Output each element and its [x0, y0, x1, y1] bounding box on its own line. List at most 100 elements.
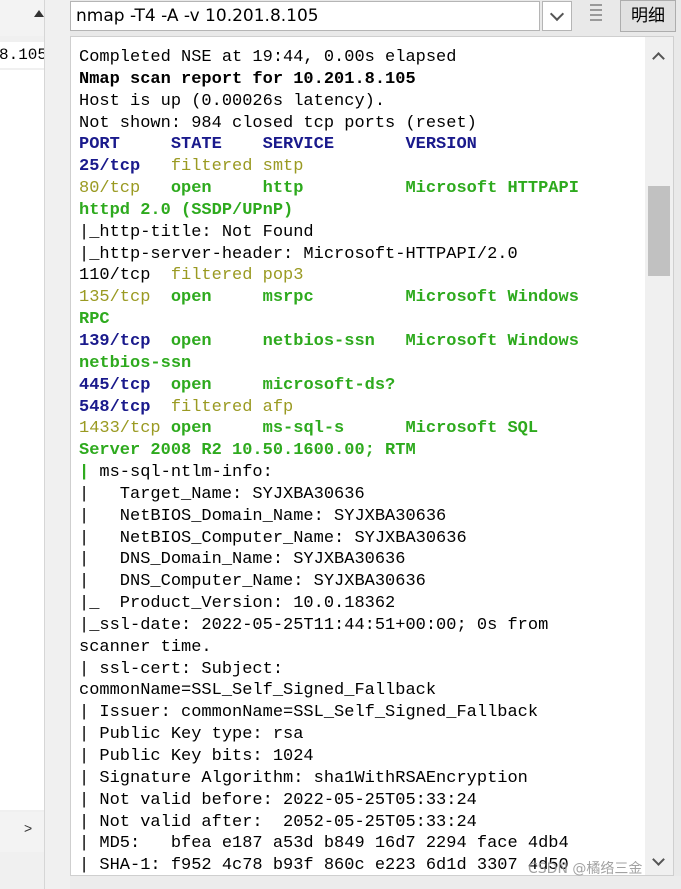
- output-segment: | Issuer: commonName=SSL_Self_Signed_Fal…: [79, 703, 539, 723]
- output-line: Nmap scan report for 10.201.8.105: [79, 69, 579, 91]
- output-segment: | Target_Name: SYJXBA30636: [79, 484, 365, 504]
- output-segment: | ssl-cert: Subject:: [79, 659, 284, 679]
- output-line: PORT STATE SERVICE VERSION: [79, 134, 579, 156]
- output-line: |_http-title: Not Found: [79, 222, 579, 244]
- output-line: |_http-server-header: Microsoft-HTTPAPI/…: [79, 244, 579, 266]
- output-segment: .105: [374, 69, 416, 89]
- output-segment: 139/tcp: [79, 331, 151, 351]
- output-line: 110/tcp filtered pop3: [79, 265, 579, 287]
- output-segment: filtered afp: [150, 397, 294, 417]
- output-segment: | Signature Algorithm: sha1WithRSAEncryp…: [79, 768, 528, 788]
- output-line: RPC: [79, 309, 579, 331]
- chevron-right-icon[interactable]: >: [24, 820, 32, 836]
- output-line: 25/tcp filtered smtp: [79, 156, 579, 178]
- output-segment: Completed NSE at 19:44, 0.00s elapsed: [79, 48, 457, 67]
- output-segment: 135/tcp: [79, 288, 151, 308]
- output-segment: 1433/tcp: [79, 419, 161, 439]
- scrollbar-thumb[interactable]: [648, 186, 670, 276]
- output-segment: open microsoft-ds?: [150, 375, 396, 395]
- output-line: |_ssl-date: 2022-05-25T11:44:51+00:00; 0…: [79, 615, 579, 637]
- left-pane: 8.105 >: [0, 0, 45, 889]
- nmap-output-panel[interactable]: Completed NSE at 19:44, 0.00s elapsed Nma…: [70, 36, 674, 876]
- target-list-item[interactable]: 8.105: [0, 42, 44, 68]
- output-line: | Public Key bits: 1024: [79, 746, 579, 768]
- output-line: | Issuer: commonName=SSL_Self_Signed_Fal…: [79, 702, 579, 724]
- output-line: | Not valid after: 2052-05-25T05:33:24: [79, 812, 579, 834]
- output-segment: filtered pop3: [150, 266, 304, 286]
- output-segment: | Public Key type: rsa: [79, 725, 304, 745]
- status-strip: [70, 876, 681, 889]
- output-line: | Signature Algorithm: sha1WithRSAEncryp…: [79, 768, 579, 790]
- command-dropdown-button[interactable]: [542, 1, 572, 31]
- output-segment: | NetBIOS_Domain_Name: SYJXBA30636: [79, 506, 447, 526]
- output-segment: PORT STATE SERVICE VERSION: [79, 135, 477, 155]
- output-line: 548/tcp filtered afp: [79, 397, 579, 419]
- output-line: | DNS_Computer_Name: SYJXBA30636: [79, 571, 579, 593]
- output-line: 1433/tcp open ms-sql-s Microsoft SQL: [79, 418, 579, 440]
- output-segment: 80/tcp: [79, 179, 141, 199]
- output-segment: |_http-title: Not Found: [79, 222, 314, 242]
- output-line: | NetBIOS_Domain_Name: SYJXBA30636: [79, 506, 579, 528]
- output-line: Completed NSE at 19:44, 0.00s elapsed: [79, 47, 579, 69]
- command-toolbar: nmap -T4 -A -v 10.201.8.105 明细: [70, 0, 681, 36]
- output-line: 80/tcp open http Microsoft HTTPAPI: [79, 178, 579, 200]
- menu-grip-icon[interactable]: [590, 4, 602, 28]
- output-segment: 548/tcp: [79, 397, 151, 417]
- output-segment: open ms-sql-s Microsoft SQL: [160, 419, 539, 439]
- output-line: | Target_Name: SYJXBA30636: [79, 484, 579, 506]
- splitter[interactable]: [45, 0, 70, 889]
- output-line: Server 2008 R2 10.50.1600.00; RTM: [79, 440, 579, 462]
- output-segment: |_ssl-date: 2022-05-25T11:44:51+00:00; 0…: [79, 615, 549, 635]
- scroll-up-icon[interactable]: [652, 52, 665, 65]
- output-line: 139/tcp open netbios-ssn Microsoft Windo…: [79, 331, 579, 353]
- output-segment: Server 2008 R2 10.50.1600.00; RTM: [79, 441, 416, 461]
- left-pane-scrollbar[interactable]: [0, 812, 44, 852]
- output-segment: | Not valid after: 2052-05-25T05:33:24: [79, 812, 477, 832]
- output-line: 135/tcp open msrpc Microsoft Windows: [79, 287, 579, 309]
- output-line: | MD5: bfea e187 a53d b849 16d7 2294 fac…: [79, 833, 579, 855]
- output-segment: open netbios-ssn Microsoft Windows: [150, 331, 579, 351]
- output-segment: open http Microsoft HTTPAPI: [140, 179, 579, 199]
- output-segment: 110/tcp: [79, 266, 151, 286]
- output-segment: | MD5: bfea e187 a53d b849 16d7 2294 fac…: [79, 834, 569, 854]
- output-line: commonName=SSL_Self_Signed_Fallback: [79, 680, 579, 702]
- output-segment: scanner time.: [79, 637, 212, 657]
- watermark: CSDN @橘络三金: [528, 861, 643, 877]
- output-segment: |_http-server-header: Microsoft-HTTPAPI/…: [79, 244, 518, 264]
- output-line: | NetBIOS_Computer_Name: SYJXBA30636: [79, 528, 579, 550]
- output-line: |_ Product_Version: 10.0.18362: [79, 593, 579, 615]
- output-segment: filtered smtp: [140, 157, 304, 177]
- nmap-output-text: Completed NSE at 19:44, 0.00s elapsed Nma…: [79, 47, 579, 876]
- output-scrollbar[interactable]: [645, 37, 673, 875]
- output-segment: | SHA-1: f952 4c78 b93f 860c e223 6d1d 3…: [79, 856, 569, 876]
- output-line: | DNS_Domain_Name: SYJXBA30636: [79, 549, 579, 571]
- details-button[interactable]: 明细: [620, 0, 676, 32]
- output-line: | SHA-1: f952 4c78 b93f 860c e223 6d1d 3…: [79, 855, 579, 876]
- output-segment: 8: [364, 69, 375, 89]
- output-segment: | NetBIOS_Computer_Name: SYJXBA30636: [79, 528, 467, 548]
- output-segment: netbios-ssn: [79, 353, 192, 373]
- output-line: Not shown: 984 closed tcp ports (reset): [79, 113, 579, 135]
- left-pane-header: [0, 0, 44, 36]
- output-segment: ms-sql-ntlm-info:: [99, 463, 273, 483]
- output-segment: open msrpc Microsoft Windows: [150, 288, 579, 308]
- command-input[interactable]: nmap -T4 -A -v 10.201.8.105: [70, 1, 540, 31]
- output-segment: RPC: [79, 310, 110, 330]
- output-segment: 25/tcp: [79, 157, 141, 177]
- output-segment: | DNS_Computer_Name: SYJXBA30636: [79, 572, 426, 592]
- output-line: | ssl-cert: Subject:: [79, 659, 579, 681]
- output-segment: Host is up (0.00026s latency).: [79, 91, 386, 111]
- output-line: httpd 2.0 (SSDP/UPnP): [79, 200, 579, 222]
- output-line: | Not valid before: 2022-05-25T05:33:24: [79, 790, 579, 812]
- output-line: scanner time.: [79, 637, 579, 659]
- output-segment: Nmap scan report for 10.201.: [79, 69, 365, 89]
- scroll-down-icon[interactable]: [652, 853, 665, 866]
- output-segment: 445/tcp: [79, 375, 151, 395]
- collapse-up-icon[interactable]: [34, 10, 44, 17]
- output-line: Host is up (0.00026s latency).: [79, 91, 579, 113]
- output-segment: | DNS_Domain_Name: SYJXBA30636: [79, 550, 406, 570]
- output-segment: | Not valid before: 2022-05-25T05:33:24: [79, 790, 477, 810]
- chevron-down-icon: [549, 6, 565, 22]
- output-line: | Public Key type: rsa: [79, 724, 579, 746]
- host-list[interactable]: [0, 70, 44, 810]
